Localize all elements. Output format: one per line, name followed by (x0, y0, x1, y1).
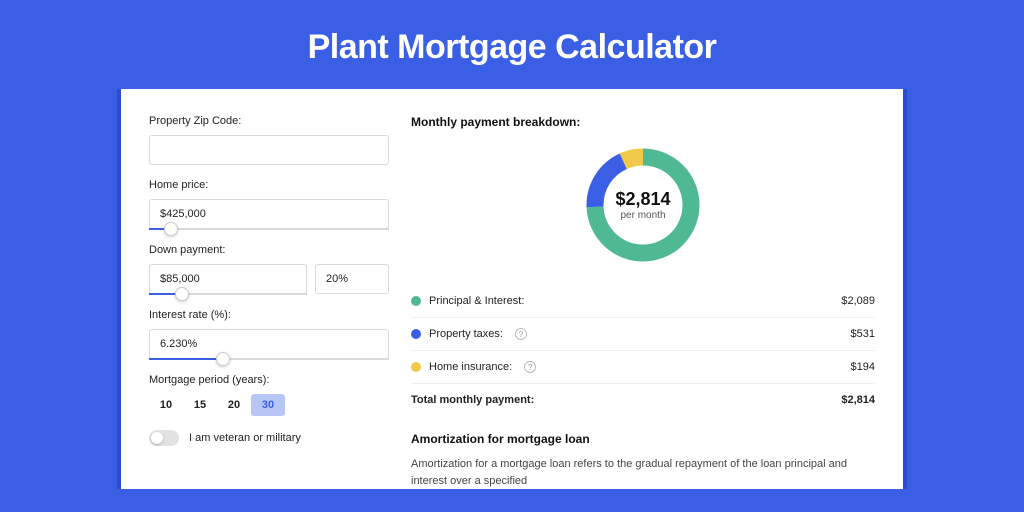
price-slider-thumb[interactable] (164, 222, 178, 236)
legend-value: $2,089 (841, 295, 875, 307)
info-icon[interactable]: ? (515, 328, 527, 340)
donut-chart: $2,814 per month (581, 143, 705, 267)
legend-dot-icon (411, 362, 421, 372)
down-label: Down payment: (149, 244, 389, 256)
legend-label: Property taxes: (429, 328, 503, 340)
total-label: Total monthly payment: (411, 394, 534, 406)
zip-label: Property Zip Code: (149, 115, 389, 127)
inputs-column: Property Zip Code: Home price: Down paym… (149, 115, 389, 489)
veteran-label: I am veteran or military (189, 432, 301, 444)
hero: Plant Mortgage Calculator (0, 0, 1024, 89)
period-group: Mortgage period (years): 10152030 (149, 374, 389, 416)
legend-dot-icon (411, 296, 421, 306)
period-option-10[interactable]: 10 (149, 394, 183, 416)
veteran-row: I am veteran or military (149, 430, 389, 446)
price-slider[interactable] (149, 228, 389, 230)
down-group: Down payment: (149, 244, 389, 295)
rate-slider[interactable] (149, 358, 389, 360)
donut-amount: $2,814 (615, 189, 670, 210)
period-options: 10152030 (149, 394, 389, 416)
rate-slider-thumb[interactable] (216, 352, 230, 366)
amortization-body: Amortization for a mortgage loan refers … (411, 456, 875, 489)
down-slider[interactable] (149, 293, 307, 295)
period-label: Mortgage period (years): (149, 374, 389, 386)
period-option-15[interactable]: 15 (183, 394, 217, 416)
breakdown-column: Monthly payment breakdown: $2,814 per mo… (411, 115, 875, 489)
donut-chart-wrap: $2,814 per month (411, 143, 875, 267)
rate-input[interactable] (149, 329, 389, 359)
donut-subtext: per month (620, 210, 665, 221)
down-amount-input[interactable] (149, 264, 307, 294)
down-percent-input[interactable] (315, 264, 389, 294)
price-label: Home price: (149, 179, 389, 191)
period-option-20[interactable]: 20 (217, 394, 251, 416)
legend-dot-icon (411, 329, 421, 339)
rate-group: Interest rate (%): (149, 309, 389, 360)
down-slider-thumb[interactable] (175, 287, 189, 301)
page-title: Plant Mortgage Calculator (0, 28, 1024, 67)
zip-group: Property Zip Code: (149, 115, 389, 165)
legend-value: $531 (851, 328, 875, 340)
price-group: Home price: (149, 179, 389, 230)
veteran-toggle[interactable] (149, 430, 179, 446)
panel-shadow: Property Zip Code: Home price: Down paym… (117, 89, 907, 489)
calculator-panel: Property Zip Code: Home price: Down paym… (121, 89, 903, 489)
legend-row-1: Property taxes:? $531 (411, 318, 875, 351)
info-icon[interactable]: ? (524, 361, 536, 373)
legend-row-2: Home insurance:? $194 (411, 351, 875, 384)
legend-total-row: Total monthly payment: $2,814 (411, 384, 875, 416)
legend: Principal & Interest: $2,089 Property taxe… (411, 285, 875, 416)
zip-input[interactable] (149, 135, 389, 165)
breakdown-title: Monthly payment breakdown: (411, 115, 875, 129)
total-value: $2,814 (841, 394, 875, 406)
legend-value: $194 (851, 361, 875, 373)
rate-label: Interest rate (%): (149, 309, 389, 321)
legend-row-0: Principal & Interest: $2,089 (411, 285, 875, 318)
amortization-title: Amortization for mortgage loan (411, 432, 875, 446)
legend-label: Principal & Interest: (429, 295, 524, 307)
price-input[interactable] (149, 199, 389, 229)
legend-label: Home insurance: (429, 361, 512, 373)
period-option-30[interactable]: 30 (251, 394, 285, 416)
